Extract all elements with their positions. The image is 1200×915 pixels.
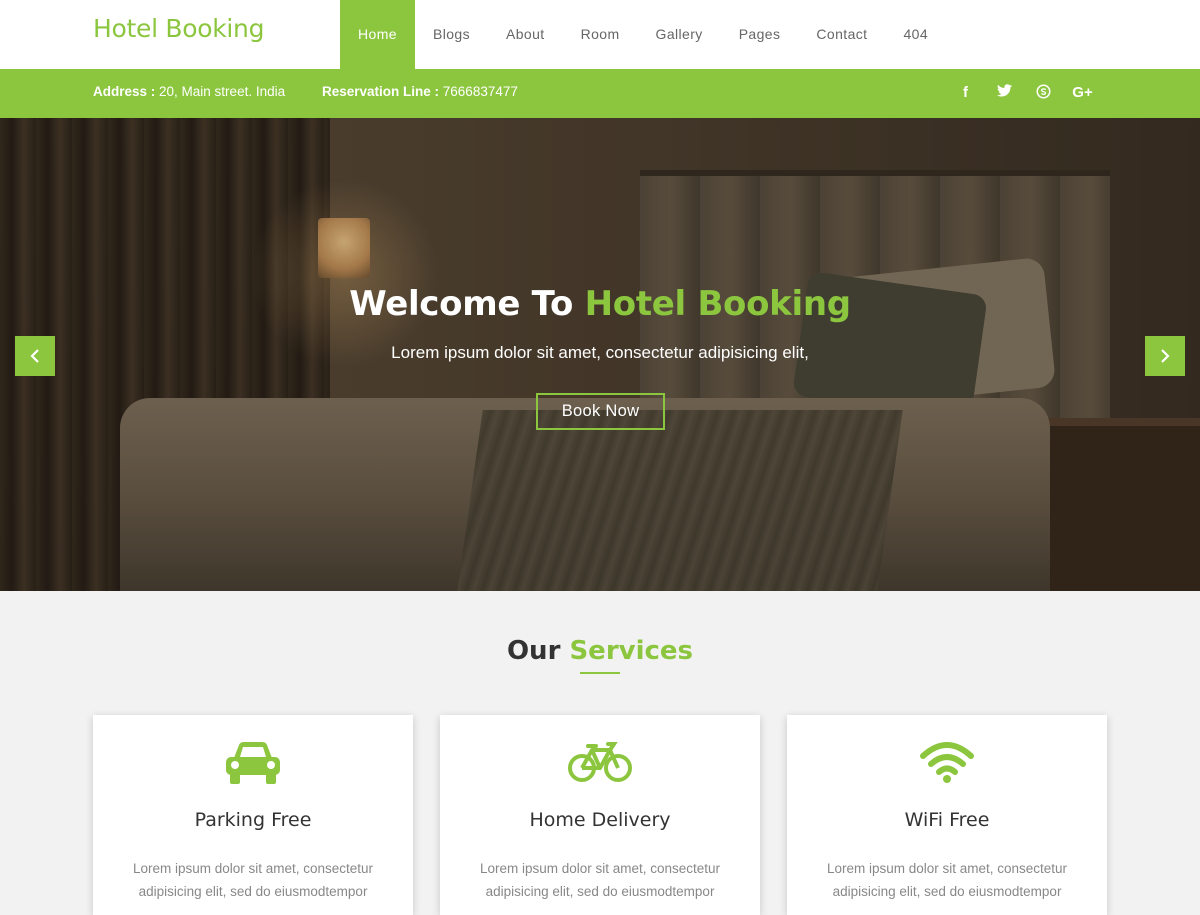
info-bar: Address : 20, Main street. India Reserva… (0, 69, 1200, 118)
nav-room[interactable]: Room (563, 0, 638, 69)
service-description: Lorem ipsum dolor sit amet, consectetur … (132, 861, 374, 899)
chevron-left-icon (30, 349, 39, 363)
hero-title: Welcome To Hotel Booking (0, 284, 1200, 324)
service-card-delivery: Home Delivery Lorem ipsum dolor sit amet… (440, 715, 760, 915)
services-heading: Our Services (0, 636, 1200, 666)
google-plus-icon[interactable]: G+ (1063, 84, 1102, 103)
book-now-button[interactable]: Book Now (536, 393, 665, 430)
wifi-icon (787, 740, 1107, 790)
twitter-icon[interactable] (985, 84, 1024, 103)
brand-logo[interactable]: Hotel Booking (93, 14, 264, 43)
nav-gallery[interactable]: Gallery (638, 0, 721, 69)
reservation-value: 7666837477 (439, 84, 518, 99)
top-navbar: Hotel Booking Home Blogs About Room Gall… (0, 0, 1200, 69)
reservation-label: Reservation Line : (322, 84, 440, 99)
nav-pages[interactable]: Pages (721, 0, 799, 69)
nav-home[interactable]: Home (340, 0, 415, 69)
main-menu: Home Blogs About Room Gallery Pages Cont… (340, 0, 946, 69)
car-icon (93, 740, 413, 790)
address-value: 20, Main street. India (155, 84, 286, 99)
service-title: WiFi Free (904, 809, 990, 831)
service-card-parking: Parking Free Lorem ipsum dolor sit amet,… (93, 715, 413, 915)
service-title: Home Delivery (529, 809, 671, 831)
service-description: Lorem ipsum dolor sit amet, consectetur … (826, 861, 1068, 899)
hero-subtitle: Lorem ipsum dolor sit amet, consectetur … (391, 343, 809, 362)
services-heading-accent: Services (569, 636, 694, 666)
slider-next-button[interactable] (1145, 336, 1185, 376)
reservation-info: Reservation Line : 7666837477 (322, 84, 518, 99)
slider-prev-button[interactable] (15, 336, 55, 376)
nav-404[interactable]: 404 (885, 0, 946, 69)
hero-slider: Welcome To Hotel Booking Lorem ipsum dol… (0, 118, 1200, 591)
services-heading-prefix: Our (506, 636, 570, 666)
services-heading-underline (580, 672, 620, 674)
service-title: Parking Free (194, 809, 312, 831)
bicycle-icon (440, 740, 760, 790)
service-card-wifi: WiFi Free Lorem ipsum dolor sit amet, co… (787, 715, 1107, 915)
facebook-icon[interactable]: f (946, 84, 985, 103)
nav-contact[interactable]: Contact (798, 0, 885, 69)
nav-blogs[interactable]: Blogs (415, 0, 488, 69)
service-description: Lorem ipsum dolor sit amet, consectetur … (479, 861, 721, 899)
hero-title-accent: Hotel Booking (584, 284, 851, 324)
nav-about[interactable]: About (488, 0, 563, 69)
skype-icon[interactable] (1024, 84, 1063, 103)
address-info: Address : 20, Main street. India (93, 84, 285, 99)
address-label: Address : (93, 84, 156, 99)
social-links: f G+ (946, 84, 1102, 103)
hero-title-prefix: Welcome To (349, 284, 585, 324)
chevron-right-icon (1161, 349, 1170, 363)
